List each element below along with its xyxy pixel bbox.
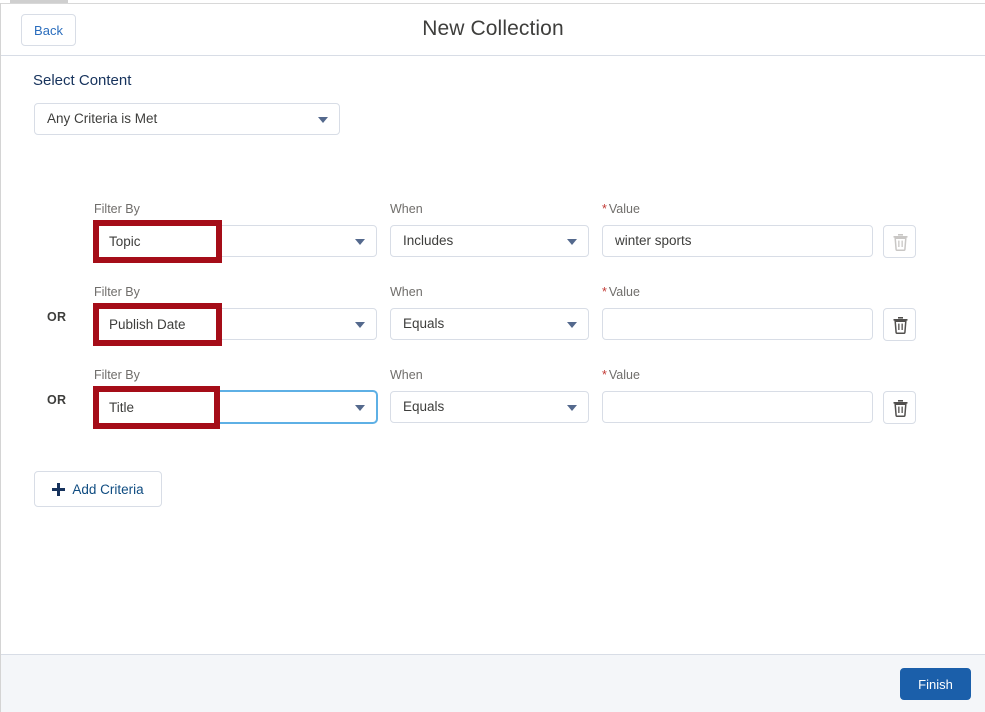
rule-for-finding-content-select[interactable]: Any Criteria is Met [34,103,340,135]
modal-header: New Collection [1,4,985,56]
value-label-2: * Value [602,285,640,299]
add-criteria-button[interactable]: Add Criteria [34,471,162,507]
filter-by-label-2: Filter By [94,285,140,299]
chevron-down-icon [355,322,365,328]
chevron-down-icon [318,117,328,123]
when-label-2: When [390,285,423,299]
rule-select-value: Any Criteria is Met [47,111,158,126]
when-label-3: When [390,368,423,382]
required-asterisk: * [602,285,607,299]
chevron-down-icon [567,322,577,328]
back-button[interactable]: Back [21,14,76,46]
value-input-3[interactable] [602,391,873,423]
section-title: Select Content [33,72,132,89]
finish-button[interactable]: Finish [900,668,971,700]
when-value-1: Includes [403,233,454,248]
when-value-2: Equals [403,316,445,331]
connector-label-3: OR [47,393,67,407]
value-input-1[interactable]: winter sports [602,225,873,257]
chevron-down-icon [355,405,365,411]
when-label-1: When [390,202,423,216]
when-value-3: Equals [403,399,445,414]
filter-by-select-3[interactable] [94,391,377,423]
page-title: New Collection [422,17,564,40]
chevron-down-icon [355,239,365,245]
add-criteria-label: Add Criteria [72,481,144,497]
when-select-2[interactable]: Equals [390,308,589,340]
filter-by-select-1[interactable] [94,225,377,257]
value-label-1: * Value [602,202,640,216]
value-label-3: * Value [602,368,640,382]
filter-by-select-2[interactable] [94,308,377,340]
required-asterisk: * [602,368,607,382]
plus-icon [52,482,66,496]
delete-criteria-button-1[interactable] [883,225,916,258]
trash-icon [893,317,908,334]
when-select-3[interactable]: Equals [390,391,589,423]
chevron-down-icon [567,405,577,411]
required-asterisk: * [602,202,607,216]
delete-criteria-button-2[interactable] [883,308,916,341]
when-select-1[interactable]: Includes [390,225,589,257]
chevron-down-icon [567,239,577,245]
trash-icon [893,400,908,417]
value-input-2[interactable] [602,308,873,340]
new-collection-modal: New Collection Select Content Rule for F… [0,0,985,712]
trash-icon [893,234,908,251]
filter-by-label-1: Filter By [94,202,140,216]
connector-label-2: OR [47,310,67,324]
filter-by-label-3: Filter By [94,368,140,382]
modal-body: Select Content Rule for Finding Content … [1,57,985,654]
modal-footer [1,654,985,712]
delete-criteria-button-3[interactable] [883,391,916,424]
value-text-1: winter sports [615,233,692,248]
